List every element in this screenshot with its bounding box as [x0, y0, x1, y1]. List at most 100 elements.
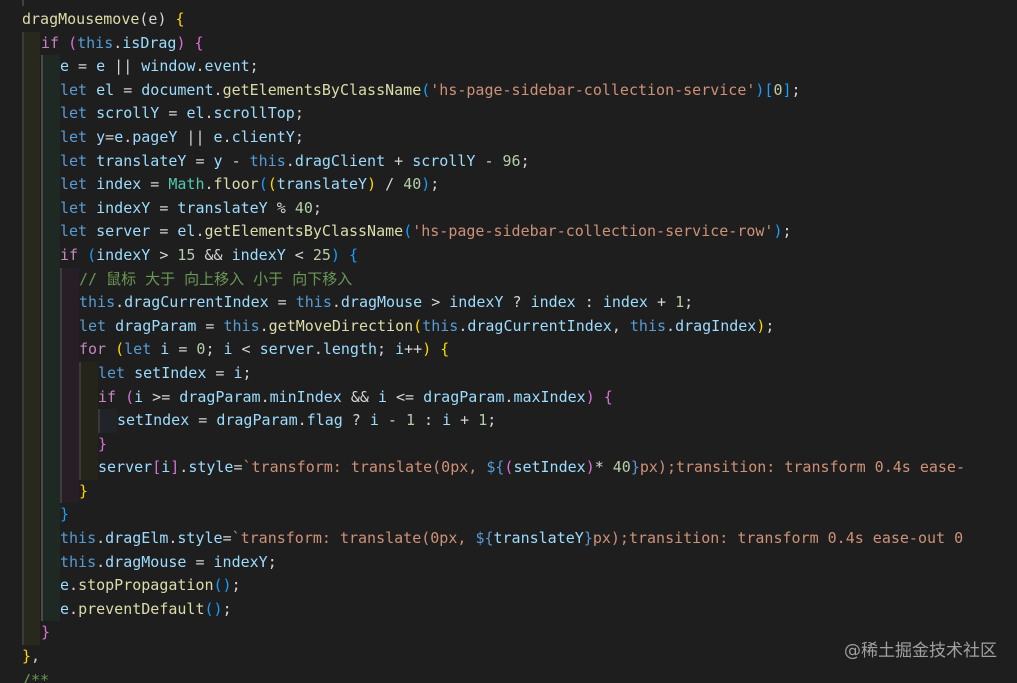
indent-band — [41, 385, 60, 410]
indent-band — [22, 338, 40, 362]
indent-guide — [22, 267, 24, 292]
code-token: this — [77, 33, 114, 52]
code-line[interactable]: let dragParam = this.getMoveDirection(th… — [0, 314, 1017, 339]
code-line[interactable]: this.dragElm.style=`transform: translate… — [0, 527, 1017, 551]
indent-band — [41, 78, 60, 103]
code-token: dragMouse — [340, 293, 423, 312]
indent-band — [41, 479, 60, 504]
code-token: + — [385, 151, 413, 170]
code-text: let setIndex = i; — [98, 364, 252, 382]
indent-guide — [22, 385, 24, 410]
code-token: ( — [403, 222, 413, 241]
code-line[interactable]: if (indexY > 15 && indexY < 25) { — [0, 243, 1017, 268]
code-token: window — [141, 57, 196, 76]
code-token: ; — [249, 57, 259, 76]
code-token: ; — [765, 316, 775, 335]
code-token: ; — [294, 127, 304, 146]
indent-band — [22, 149, 40, 174]
code-token: let — [124, 340, 152, 359]
code-area[interactable]: dragMousemove(e) {if (this.isDrag) {e = … — [0, 8, 1017, 683]
code-line[interactable]: let y=e.pageY || e.clientY; — [0, 125, 1017, 150]
code-token: ++ — [404, 340, 423, 359]
code-token: maxIndex — [513, 387, 586, 406]
code-line[interactable]: server[i].style=`transform: translate(0p… — [0, 456, 1017, 480]
code-text: let translateY = y - this.dragClient + s… — [60, 152, 530, 170]
indent-band — [22, 503, 40, 528]
code-line[interactable]: } — [0, 479, 1017, 504]
code-line[interactable]: let scrollY = el.scrollTop; — [0, 102, 1017, 126]
code-token: px);transition: transform 0.4s ease-out … — [592, 529, 964, 548]
code-line[interactable]: if (this.isDrag) { — [0, 31, 1017, 56]
indent-band — [22, 291, 40, 315]
indent-band — [79, 456, 98, 480]
code-line[interactable]: let index = Math.floor((translateY) / 40… — [0, 173, 1017, 197]
code-text: let indexY = translateY % 40; — [60, 199, 322, 217]
code-line[interactable]: let indexY = translateY % 40; — [0, 196, 1017, 221]
code-line[interactable]: dragMousemove(e) { — [0, 8, 1017, 32]
indent-guide — [22, 314, 24, 339]
code-token: `transform: translate(0px, — [231, 529, 476, 548]
code-token: this — [223, 316, 260, 335]
indent-guide — [41, 243, 43, 268]
code-token: ; — [205, 340, 224, 359]
code-token: this — [249, 151, 286, 170]
code-text: let index = Math.floor((translateY) / 40… — [60, 175, 439, 193]
code-token: translateY — [276, 175, 368, 194]
code-token: dragCurrentIndex — [124, 293, 269, 312]
indent-guide — [22, 527, 24, 551]
code-token: event — [204, 57, 250, 76]
code-token: <= — [387, 387, 424, 406]
code-line[interactable]: // 鼠标 大于 向上移入 小于 向下移入 — [0, 267, 1017, 292]
code-line[interactable]: let server = el.getElementsByClassName('… — [0, 220, 1017, 244]
code-token: || — [177, 127, 214, 146]
code-token: } — [22, 647, 32, 666]
code-line[interactable]: e.preventDefault(); — [0, 597, 1017, 622]
indent-guide — [60, 267, 62, 292]
indent-band — [22, 243, 40, 268]
code-token: = — [186, 151, 214, 170]
code-line[interactable]: let setIndex = i; — [0, 361, 1017, 386]
code-text: let y=e.pageY || e.clientY; — [60, 128, 304, 146]
code-token: floor — [213, 175, 259, 194]
code-line[interactable]: } — [0, 503, 1017, 528]
code-line[interactable]: for (let i = 0; i < server.length; i++) … — [0, 338, 1017, 362]
code-line[interactable]: } — [0, 432, 1017, 457]
indent-guide — [22, 456, 24, 480]
code-token: ? — [342, 411, 370, 430]
code-line[interactable]: if (i >= dragParam.minIndex && i <= drag… — [0, 385, 1017, 410]
code-token: } — [79, 481, 89, 500]
code-token: . — [69, 599, 79, 618]
code-line[interactable]: let translateY = y - this.dragClient + s… — [0, 149, 1017, 174]
code-line[interactable]: /** — [0, 669, 1017, 683]
code-token: e — [96, 57, 106, 76]
code-token: e — [213, 127, 223, 146]
code-token: { — [175, 10, 185, 28]
indent-guide — [22, 291, 24, 315]
code-line[interactable]: this.dragCurrentIndex = this.dragMouse >… — [0, 291, 1017, 315]
code-token: let — [60, 198, 88, 217]
indent-band — [22, 479, 40, 504]
code-token: (e) — [139, 10, 176, 28]
code-token: dragParam — [423, 387, 505, 406]
indent-band — [41, 361, 60, 386]
code-text: e.preventDefault(); — [60, 600, 232, 618]
code-line[interactable]: e = e || window.event; — [0, 55, 1017, 79]
indent-band — [79, 432, 98, 457]
indent-band — [60, 432, 79, 457]
code-token: . — [285, 151, 295, 170]
code-token: let — [60, 127, 88, 146]
code-line[interactable]: e.stopPropagation(); — [0, 574, 1017, 598]
code-line[interactable]: let el = document.getElementsByClassName… — [0, 78, 1017, 103]
code-editor[interactable]: dragMousemove(e) {if (this.isDrag) {e = … — [0, 0, 1017, 683]
code-token: + — [647, 293, 676, 312]
code-line[interactable]: setIndex = dragParam.flag ? i - 1 : i + … — [0, 409, 1017, 433]
code-token: let — [60, 80, 88, 99]
code-text: server[i].style=`transform: translate(0p… — [98, 458, 965, 476]
code-token: } — [41, 623, 51, 642]
code-line[interactable]: this.dragMouse = indexY; — [0, 550, 1017, 575]
code-token: length — [322, 340, 378, 359]
